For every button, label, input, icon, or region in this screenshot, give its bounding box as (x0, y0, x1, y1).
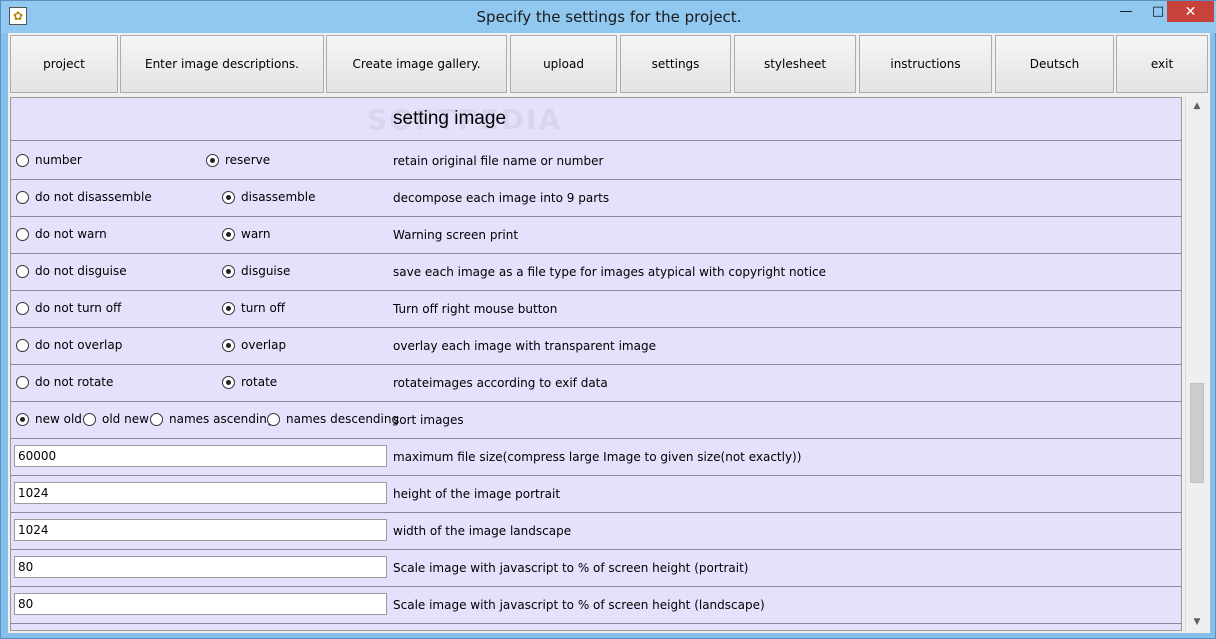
setting-row-scale-landscape: Scale image with javascript to % of scre… (11, 586, 1181, 623)
divider (11, 623, 1181, 624)
client-area: project Enter image descriptions. Create… (8, 33, 1210, 633)
option-number[interactable]: number (16, 153, 82, 167)
radio-disguise[interactable] (222, 264, 235, 278)
radio-old-new[interactable] (83, 412, 96, 426)
radio-names-descending[interactable] (267, 412, 280, 426)
option-do-not-rotate[interactable]: do not rotate (16, 375, 113, 389)
setting-row-filename: number reserve retain original file name… (11, 142, 1181, 179)
option-turn-off[interactable]: turn off (222, 301, 285, 315)
setting-description: sort images (393, 413, 464, 427)
title-bar: ✿ Specify the settings for the project. … (1, 1, 1216, 33)
option-old-new[interactable]: old new (83, 412, 149, 426)
scroll-down-arrow-icon[interactable]: ▼ (1186, 613, 1208, 631)
setting-row-disassemble: do not disassemble disassemble decompose… (11, 179, 1181, 216)
radio-do-not-warn[interactable] (16, 227, 29, 241)
setting-description: overlay each image with transparent imag… (393, 339, 656, 353)
project-button[interactable]: project (10, 35, 118, 93)
app-window: ✿ Specify the settings for the project. … (0, 0, 1216, 639)
setting-description: Scale image with javascript to % of scre… (393, 598, 765, 612)
toolbar: project Enter image descriptions. Create… (8, 33, 1210, 95)
setting-row-max-file-size: maximum file size(compress large Image t… (11, 438, 1181, 475)
setting-description: save each image as a file type for image… (393, 265, 827, 279)
upload-button[interactable]: upload (510, 35, 617, 93)
vertical-scrollbar[interactable]: ▲ ▼ (1185, 97, 1208, 631)
option-disassemble[interactable]: disassemble (222, 190, 315, 204)
page-title: setting image (393, 108, 507, 129)
radio-names-ascending[interactable] (150, 412, 163, 426)
option-do-not-turn-off[interactable]: do not turn off (16, 301, 121, 315)
radio-disassemble[interactable] (222, 190, 235, 204)
setting-row-scale-portrait: Scale image with javascript to % of scre… (11, 549, 1181, 586)
scroll-up-arrow-icon[interactable]: ▲ (1186, 97, 1208, 115)
option-rotate[interactable]: rotate (222, 375, 277, 389)
setting-row-rotate: do not rotate rotate rotateimages accord… (11, 364, 1181, 401)
option-do-not-disassemble[interactable]: do not disassemble (16, 190, 152, 204)
setting-row-warn: do not warn warn Warning screen print (11, 216, 1181, 253)
radio-turn-off[interactable] (222, 301, 235, 315)
create-image-gallery-button[interactable]: Create image gallery. (326, 35, 507, 93)
option-do-not-warn[interactable]: do not warn (16, 227, 107, 241)
radio-rotate[interactable] (222, 375, 235, 389)
radio-overlap[interactable] (222, 338, 235, 352)
portrait-height-input[interactable] (14, 482, 387, 504)
radio-warn[interactable] (222, 227, 235, 241)
radio-do-not-rotate[interactable] (16, 375, 29, 389)
radio-number[interactable] (16, 153, 29, 167)
option-names-ascending[interactable]: names ascending (150, 412, 274, 426)
setting-description: retain original file name or number (393, 154, 604, 168)
setting-description: rotateimages according to exif data (393, 376, 608, 390)
option-names-descending[interactable]: names descending (267, 412, 399, 426)
option-warn[interactable]: warn (222, 227, 271, 241)
scale-portrait-input[interactable] (14, 556, 387, 578)
option-do-not-overlap[interactable]: do not overlap (16, 338, 122, 352)
setting-description: Warning screen print (393, 228, 519, 242)
radio-reserve[interactable] (206, 153, 219, 167)
max-file-size-input[interactable] (14, 445, 387, 467)
setting-description: height of the image portrait (393, 487, 561, 501)
setting-row-landscape-width: width of the image landscape (11, 512, 1181, 549)
scrollbar-thumb[interactable] (1190, 383, 1204, 483)
setting-row-portrait-height: height of the image portrait (11, 475, 1181, 512)
option-do-not-disguise[interactable]: do not disguise (16, 264, 127, 278)
deutsch-button[interactable]: Deutsch (995, 35, 1114, 93)
radio-do-not-turn-off[interactable] (16, 301, 29, 315)
option-reserve[interactable]: reserve (206, 153, 270, 167)
radio-do-not-disguise[interactable] (16, 264, 29, 278)
setting-description: Turn off right mouse button (393, 302, 558, 316)
enter-image-descriptions-button[interactable]: Enter image descriptions. (120, 35, 324, 93)
setting-description: Scale image with javascript to % of scre… (393, 561, 749, 575)
radio-do-not-overlap[interactable] (16, 338, 29, 352)
setting-description: decompose each image into 9 parts (393, 191, 610, 205)
setting-description: maximum file size(compress large Image t… (393, 450, 802, 464)
radio-new-old[interactable] (16, 412, 29, 426)
radio-do-not-disassemble[interactable] (16, 190, 29, 204)
minimize-button[interactable]: — (1109, 1, 1143, 22)
setting-description: width of the image landscape (393, 524, 572, 538)
scale-landscape-input[interactable] (14, 593, 387, 615)
landscape-width-input[interactable] (14, 519, 387, 541)
stylesheet-button[interactable]: stylesheet (734, 35, 856, 93)
divider (11, 140, 1181, 141)
option-overlap[interactable]: overlap (222, 338, 286, 352)
option-disguise[interactable]: disguise (222, 264, 290, 278)
instructions-button[interactable]: instructions (859, 35, 992, 93)
setting-row-turn-off: do not turn off turn off Turn off right … (11, 290, 1181, 327)
settings-panel: SOFTPEDIA setting image number reserve r… (10, 97, 1182, 631)
option-new-old[interactable]: new old (16, 412, 82, 426)
exit-button[interactable]: exit (1116, 35, 1208, 93)
setting-row-sort: new old old new names ascending names de… (11, 401, 1181, 438)
close-button[interactable]: ✕ (1167, 1, 1214, 22)
settings-button[interactable]: settings (620, 35, 731, 93)
window-title: Specify the settings for the project. (476, 8, 742, 26)
setting-row-overlap: do not overlap overlap overlay each imag… (11, 327, 1181, 364)
setting-row-disguise: do not disguise disguise save each image… (11, 253, 1181, 290)
